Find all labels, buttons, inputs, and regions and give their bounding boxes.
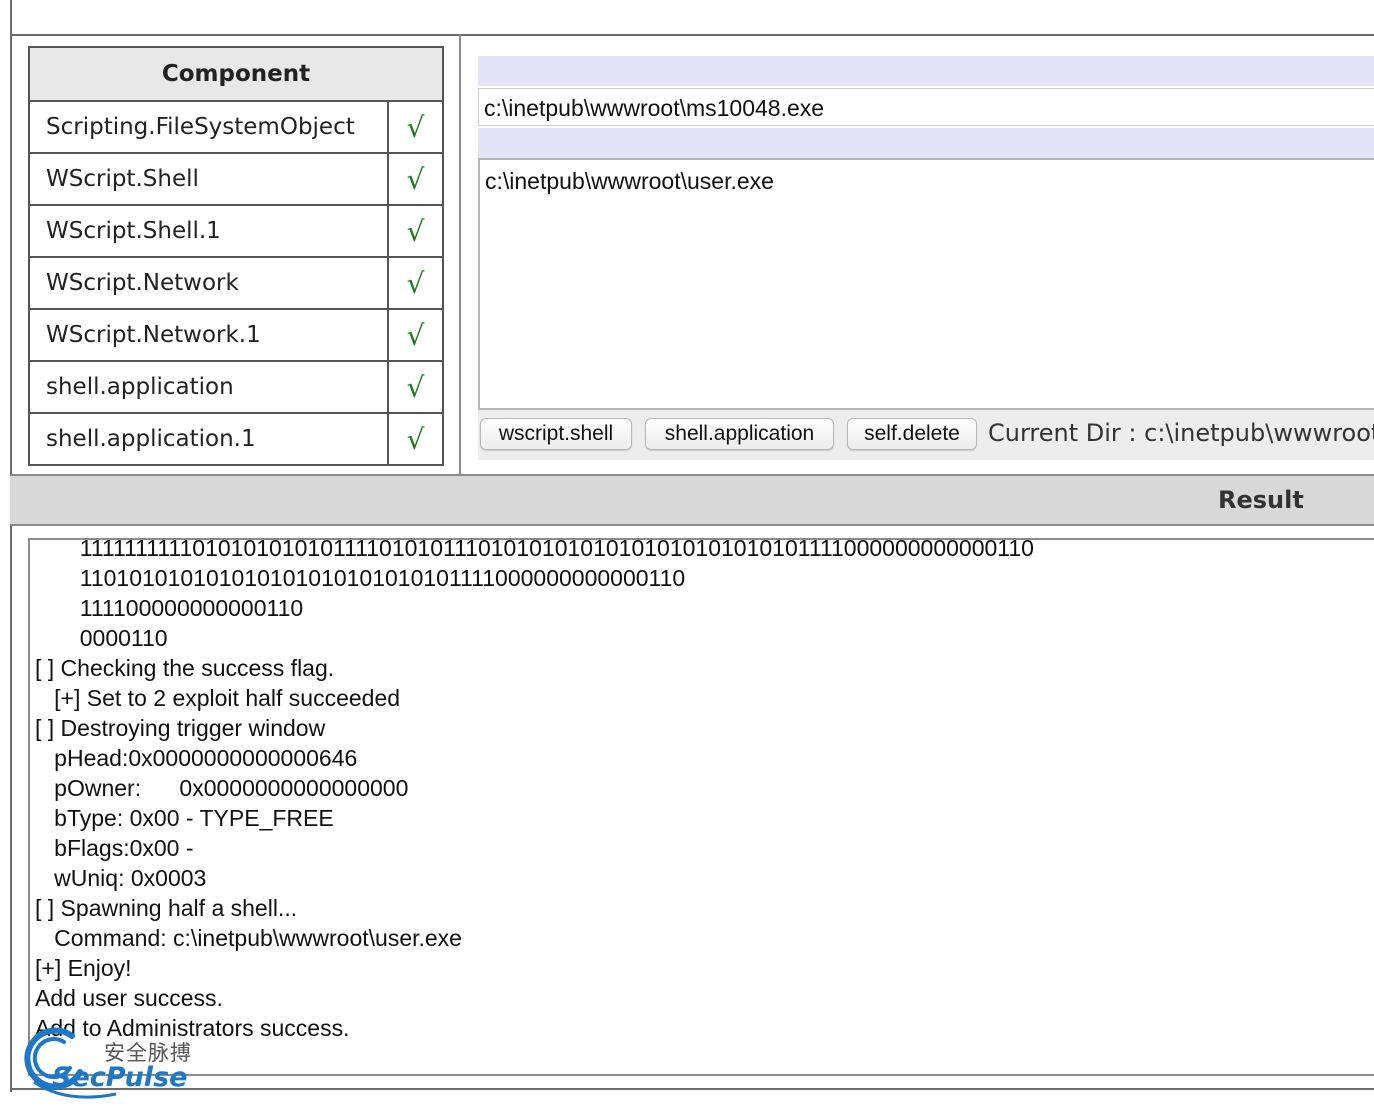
frame-border-bottom [10, 1088, 1374, 1090]
component-name: WScript.Shell [28, 152, 389, 206]
shell-application-button[interactable]: shell.application [645, 418, 834, 450]
component-row: Scripting.FileSystemObject √ [28, 100, 444, 154]
column-divider [459, 34, 461, 474]
component-name: shell.application [28, 360, 389, 414]
frame-border-top [10, 34, 1374, 36]
component-row: WScript.Network √ [28, 256, 444, 310]
component-name: WScript.Network [28, 256, 389, 310]
command-textarea[interactable]: c:\inetpub\wwwroot\user.exe [478, 158, 1374, 410]
top-strip [0, 0, 1374, 34]
component-table: Component Scripting.FileSystemObject √ W… [28, 46, 444, 466]
component-row: WScript.Network.1 √ [28, 308, 444, 362]
component-row: WScript.Shell.1 √ [28, 204, 444, 258]
component-header: Component [28, 46, 444, 102]
current-dir-label: Current Dir : c:\inetpub\wwwroot\ [988, 419, 1374, 447]
result-header-bar [10, 474, 1374, 526]
check-icon: √ [387, 256, 444, 310]
self-delete-button[interactable]: self.delete [847, 418, 977, 450]
component-header-row: Component [28, 46, 444, 102]
check-icon: √ [387, 308, 444, 362]
command-label-bar [478, 128, 1374, 158]
watermark-en-text: SecPulse [52, 1062, 188, 1093]
program-path-input[interactable]: c:\inetpub\wwwroot\ms10048.exe [478, 88, 1374, 126]
component-name: shell.application.1 [28, 412, 389, 466]
wscript-shell-button[interactable]: wscript.shell [480, 418, 632, 450]
component-row: WScript.Shell √ [28, 152, 444, 206]
component-name: Scripting.FileSystemObject [28, 100, 389, 154]
frame-border-left [10, 0, 12, 1092]
check-icon: √ [387, 412, 444, 466]
check-icon: √ [387, 360, 444, 414]
program-label-bar [478, 56, 1374, 86]
component-row: shell.application √ [28, 360, 444, 414]
component-name: WScript.Shell.1 [28, 204, 389, 258]
check-icon: √ [387, 152, 444, 206]
result-output-text: 1111111111010101010101111010101110101010… [35, 538, 1034, 1041]
result-output-box[interactable]: 1111111111010101010101111010101110101010… [28, 538, 1374, 1076]
result-title: Result [1218, 486, 1304, 514]
check-icon: √ [387, 204, 444, 258]
check-icon: √ [387, 100, 444, 154]
component-row: shell.application.1 √ [28, 412, 444, 466]
component-name: WScript.Network.1 [28, 308, 389, 362]
